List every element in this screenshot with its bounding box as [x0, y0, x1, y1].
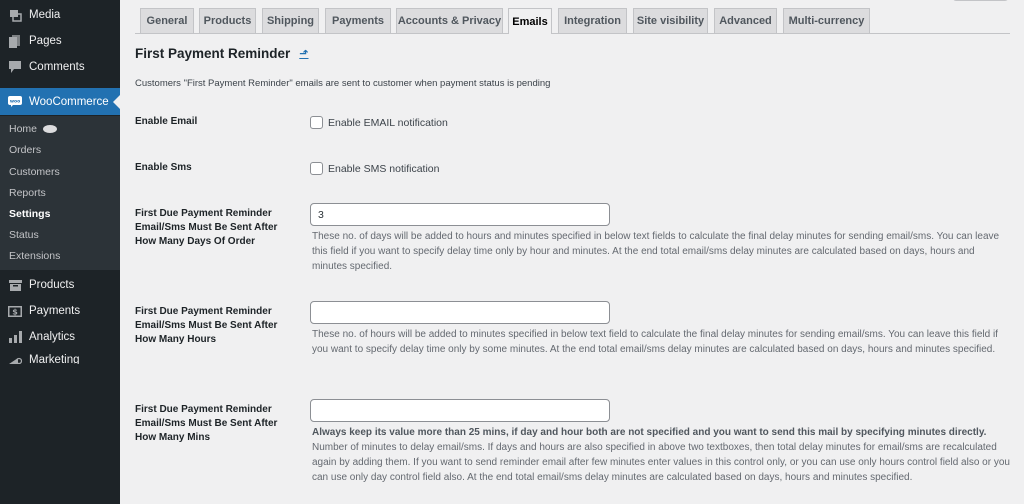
tab-advanced[interactable]: Advanced	[714, 8, 777, 33]
mins-help-body: Number of minutes to delay email/sms. If…	[312, 442, 1010, 483]
hours-input[interactable]	[310, 301, 610, 324]
woocommerce-submenu: Home Orders Customers Reports Settings S…	[0, 116, 120, 270]
submenu-item-settings[interactable]: Settings	[9, 208, 50, 220]
enable-sms-checkbox[interactable]	[310, 162, 323, 175]
section-description: Customers "First Payment Reminder" email…	[135, 78, 551, 89]
admin-sidebar: Media Pages Comments woo WooCommerce Hom…	[0, 0, 120, 504]
mins-help-warning: Always keep its value more than 25 mins,…	[312, 427, 987, 438]
sidebar-item-payments[interactable]: $ Payments	[0, 298, 120, 324]
tab-emails[interactable]: Emails	[508, 8, 552, 34]
analytics-icon	[8, 330, 22, 344]
marketing-icon	[8, 354, 22, 364]
days-help-text: These no. of days will be added to hours…	[312, 231, 1000, 272]
tab-accounts-privacy[interactable]: Accounts & Privacy	[396, 8, 503, 33]
mins-help-text: Always keep its value more than 25 mins,…	[312, 425, 1012, 485]
tab-shipping[interactable]: Shipping	[262, 8, 319, 33]
settings-tabs: General Products Shipping Payments Accou…	[135, 8, 1010, 34]
sidebar-item-label: Payments	[29, 305, 81, 317]
svg-text:$: $	[12, 307, 18, 316]
enable-email-checkbox-wrap[interactable]: Enable EMAIL notification	[310, 116, 448, 129]
payments-icon: $	[8, 304, 22, 318]
sidebar-item-label: Marketing	[29, 354, 80, 364]
hours-field-label: First Due Payment Reminder Email/Sms Mus…	[135, 306, 278, 345]
submenu-item-reports[interactable]: Reports	[9, 187, 46, 199]
submenu-item-status[interactable]: Status	[9, 229, 39, 241]
enable-sms-label: Enable Sms	[135, 162, 192, 173]
products-icon	[8, 278, 22, 292]
tab-general[interactable]: General	[140, 8, 194, 33]
svg-text:woo: woo	[10, 100, 20, 105]
tab-site-visibility[interactable]: Site visibility	[633, 8, 708, 33]
sidebar-item-woocommerce[interactable]: woo WooCommerce	[0, 88, 120, 115]
days-input[interactable]: 3	[310, 203, 610, 226]
submenu-label: Home	[9, 123, 38, 135]
sidebar-item-pages[interactable]: Pages	[0, 28, 120, 54]
enable-email-checkbox[interactable]	[310, 116, 323, 129]
page-title: First Payment Reminder	[135, 46, 291, 61]
up-arrow-icon[interactable]: ⬏	[299, 47, 308, 60]
sidebar-item-comments[interactable]: Comments	[0, 54, 120, 80]
tab-payments[interactable]: Payments	[325, 8, 391, 33]
section-heading: First Payment Reminder ⬏	[135, 46, 309, 61]
woocommerce-icon: woo	[8, 95, 22, 109]
sidebar-item-marketing[interactable]: Marketing	[0, 350, 120, 364]
enable-sms-checkbox-label[interactable]: Enable SMS notification	[328, 163, 439, 175]
enable-sms-checkbox-wrap[interactable]: Enable SMS notification	[310, 162, 439, 175]
sidebar-item-label: Pages	[29, 35, 62, 47]
mins-input[interactable]	[310, 399, 610, 422]
sidebar-item-label: Products	[29, 279, 75, 291]
active-indicator-arrow	[113, 94, 120, 109]
media-icon	[8, 8, 22, 22]
sidebar-item-analytics[interactable]: Analytics	[0, 324, 120, 350]
submenu-item-extensions[interactable]: Extensions	[9, 250, 60, 262]
sidebar-item-label: WooCommerce	[29, 95, 109, 108]
tab-products[interactable]: Products	[199, 8, 256, 33]
enable-email-label: Enable Email	[135, 116, 198, 127]
submenu-item-customers[interactable]: Customers	[9, 166, 60, 178]
sidebar-item-media[interactable]: Media	[0, 2, 120, 28]
sidebar-item-products[interactable]: Products	[0, 272, 120, 298]
mins-field-label: First Due Payment Reminder Email/Sms Mus…	[135, 404, 278, 443]
tab-integration[interactable]: Integration	[558, 8, 627, 33]
pages-icon	[8, 34, 22, 48]
sidebar-item-label: Media	[29, 9, 61, 21]
notification-badge-icon	[43, 125, 58, 134]
days-field-label: First Due Payment Reminder Email/Sms Mus…	[135, 208, 278, 247]
hours-help-text: These no. of hours will be added to minu…	[312, 329, 998, 355]
comments-icon	[8, 60, 22, 74]
sidebar-item-label: Comments	[29, 61, 85, 73]
sidebar-item-label: Analytics	[29, 331, 76, 343]
help-tab-button[interactable]	[953, 0, 1008, 1]
tab-multi-currency[interactable]: Multi-currency	[783, 8, 870, 33]
submenu-item-home[interactable]: Home	[9, 123, 58, 135]
submenu-item-orders[interactable]: Orders	[9, 144, 41, 156]
enable-email-checkbox-label[interactable]: Enable EMAIL notification	[328, 117, 448, 129]
